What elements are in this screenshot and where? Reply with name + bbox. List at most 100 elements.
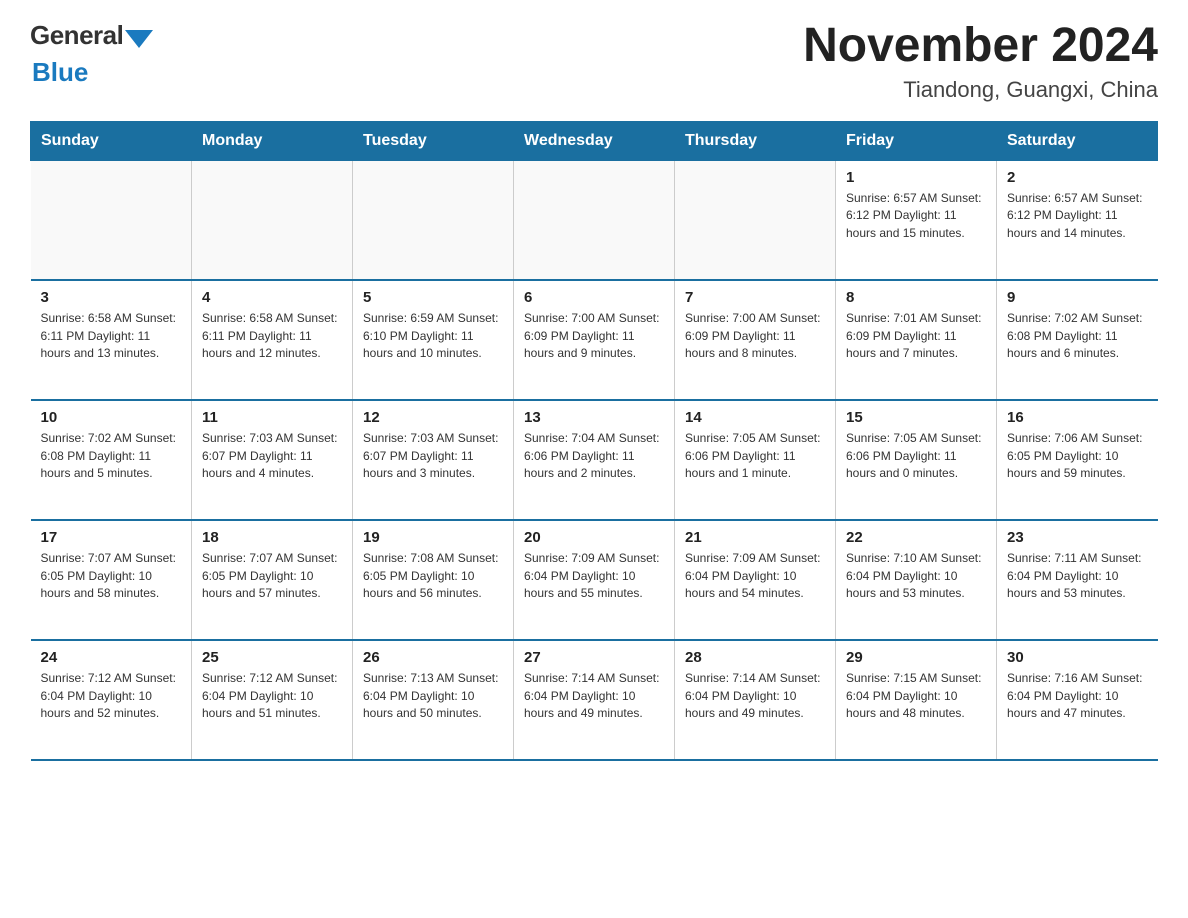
day-number: 25 bbox=[202, 649, 342, 666]
day-info: Sunrise: 7:14 AM Sunset: 6:04 PM Dayligh… bbox=[524, 670, 664, 722]
day-info: Sunrise: 7:06 AM Sunset: 6:05 PM Dayligh… bbox=[1007, 430, 1148, 482]
day-number: 26 bbox=[363, 649, 503, 666]
calendar-cell: 27Sunrise: 7:14 AM Sunset: 6:04 PM Dayli… bbox=[514, 640, 675, 760]
day-number: 18 bbox=[202, 529, 342, 546]
day-info: Sunrise: 7:03 AM Sunset: 6:07 PM Dayligh… bbox=[202, 430, 342, 482]
day-number: 1 bbox=[846, 169, 986, 186]
calendar-cell: 18 Sunrise: 7:07 AM Sunset: 6:05 PM Dayli… bbox=[192, 520, 353, 640]
day-number: 24 bbox=[41, 649, 182, 666]
calendar-cell: 25 Sunrise: 7:12 AM Sunset: 6:04 PM Dayli… bbox=[192, 640, 353, 760]
day-info: Sunrise: 7:07 AM Sunset: 6:05 PM Dayligh… bbox=[202, 550, 342, 602]
day-info: Sunrise: 7:04 AM Sunset: 6:06 PM Dayligh… bbox=[524, 430, 664, 482]
location-subtitle: Tiandong, Guangxi, China bbox=[803, 77, 1158, 103]
day-info: Sunrise: 7:01 AM Sunset: 6:09 PM Dayligh… bbox=[846, 310, 986, 362]
day-info: Sunrise: 7:12 AM Sunset: 6:04 PM Dayligh… bbox=[202, 670, 342, 722]
calendar-cell: 21 Sunrise: 7:09 AM Sunset: 6:04 PM Dayli… bbox=[675, 520, 836, 640]
calendar-cell: 23 Sunrise: 7:11 AM Sunset: 6:04 PM Dayli… bbox=[997, 520, 1158, 640]
calendar-cell: 10 Sunrise: 7:02 AM Sunset: 6:08 PM Dayli… bbox=[31, 400, 192, 520]
calendar-cell: 19 Sunrise: 7:08 AM Sunset: 6:05 PM Dayli… bbox=[353, 520, 514, 640]
day-number: 17 bbox=[41, 529, 182, 546]
calendar-cell: 15 Sunrise: 7:05 AM Sunset: 6:06 PM Dayli… bbox=[836, 400, 997, 520]
day-number: 13 bbox=[524, 409, 664, 426]
calendar-cell bbox=[192, 160, 353, 280]
calendar-cell: 14Sunrise: 7:05 AM Sunset: 6:06 PM Dayli… bbox=[675, 400, 836, 520]
day-info: Sunrise: 6:58 AM Sunset: 6:11 PM Dayligh… bbox=[202, 310, 342, 362]
day-number: 2 bbox=[1007, 169, 1148, 186]
month-year-title: November 2024 bbox=[803, 20, 1158, 73]
calendar-cell: 17 Sunrise: 7:07 AM Sunset: 6:05 PM Dayli… bbox=[31, 520, 192, 640]
calendar-cell: 26 Sunrise: 7:13 AM Sunset: 6:04 PM Dayli… bbox=[353, 640, 514, 760]
calendar-row-3: 17 Sunrise: 7:07 AM Sunset: 6:05 PM Dayli… bbox=[31, 520, 1158, 640]
day-number: 5 bbox=[363, 289, 503, 306]
calendar-row-0: 1 Sunrise: 6:57 AM Sunset: 6:12 PM Daylig… bbox=[31, 160, 1158, 280]
day-number: 3 bbox=[41, 289, 182, 306]
day-info: Sunrise: 7:12 AM Sunset: 6:04 PM Dayligh… bbox=[41, 670, 182, 722]
day-number: 21 bbox=[685, 529, 825, 546]
weekday-header-monday: Monday bbox=[192, 121, 353, 160]
calendar-cell: 24 Sunrise: 7:12 AM Sunset: 6:04 PM Dayli… bbox=[31, 640, 192, 760]
day-info: Sunrise: 7:02 AM Sunset: 6:08 PM Dayligh… bbox=[1007, 310, 1148, 362]
calendar-cell bbox=[353, 160, 514, 280]
day-info: Sunrise: 7:07 AM Sunset: 6:05 PM Dayligh… bbox=[41, 550, 182, 602]
calendar-row-2: 10 Sunrise: 7:02 AM Sunset: 6:08 PM Dayli… bbox=[31, 400, 1158, 520]
calendar-cell: 6Sunrise: 7:00 AM Sunset: 6:09 PM Daylig… bbox=[514, 280, 675, 400]
calendar-cell: 22 Sunrise: 7:10 AM Sunset: 6:04 PM Dayli… bbox=[836, 520, 997, 640]
calendar-row-1: 3 Sunrise: 6:58 AM Sunset: 6:11 PM Daylig… bbox=[31, 280, 1158, 400]
calendar-row-4: 24 Sunrise: 7:12 AM Sunset: 6:04 PM Dayli… bbox=[31, 640, 1158, 760]
weekday-header-wednesday: Wednesday bbox=[514, 121, 675, 160]
calendar-cell: 11 Sunrise: 7:03 AM Sunset: 6:07 PM Dayli… bbox=[192, 400, 353, 520]
day-info: Sunrise: 6:59 AM Sunset: 6:10 PM Dayligh… bbox=[363, 310, 503, 362]
day-info: Sunrise: 7:13 AM Sunset: 6:04 PM Dayligh… bbox=[363, 670, 503, 722]
weekday-header-tuesday: Tuesday bbox=[353, 121, 514, 160]
day-info: Sunrise: 7:11 AM Sunset: 6:04 PM Dayligh… bbox=[1007, 550, 1148, 602]
day-number: 9 bbox=[1007, 289, 1148, 306]
day-info: Sunrise: 7:14 AM Sunset: 6:04 PM Dayligh… bbox=[685, 670, 825, 722]
calendar-cell: 28Sunrise: 7:14 AM Sunset: 6:04 PM Dayli… bbox=[675, 640, 836, 760]
weekday-header-row: SundayMondayTuesdayWednesdayThursdayFrid… bbox=[31, 121, 1158, 160]
day-number: 4 bbox=[202, 289, 342, 306]
day-number: 7 bbox=[685, 289, 825, 306]
day-info: Sunrise: 7:09 AM Sunset: 6:04 PM Dayligh… bbox=[524, 550, 664, 602]
calendar-cell: 16 Sunrise: 7:06 AM Sunset: 6:05 PM Dayli… bbox=[997, 400, 1158, 520]
calendar-cell: 1Sunrise: 6:57 AM Sunset: 6:12 PM Daylig… bbox=[836, 160, 997, 280]
weekday-header-saturday: Saturday bbox=[997, 121, 1158, 160]
day-number: 16 bbox=[1007, 409, 1148, 426]
logo-blue-text: Blue bbox=[32, 57, 153, 88]
day-number: 23 bbox=[1007, 529, 1148, 546]
day-number: 19 bbox=[363, 529, 503, 546]
calendar-cell: 2 Sunrise: 6:57 AM Sunset: 6:12 PM Daylig… bbox=[997, 160, 1158, 280]
day-info: Sunrise: 6:57 AM Sunset: 6:12 PM Dayligh… bbox=[1007, 190, 1148, 242]
day-info: Sunrise: 7:16 AM Sunset: 6:04 PM Dayligh… bbox=[1007, 670, 1148, 722]
calendar-cell: 29Sunrise: 7:15 AM Sunset: 6:04 PM Dayli… bbox=[836, 640, 997, 760]
calendar-cell: 12 Sunrise: 7:03 AM Sunset: 6:07 PM Dayli… bbox=[353, 400, 514, 520]
calendar-cell: 8 Sunrise: 7:01 AM Sunset: 6:09 PM Daylig… bbox=[836, 280, 997, 400]
day-info: Sunrise: 7:10 AM Sunset: 6:04 PM Dayligh… bbox=[846, 550, 986, 602]
day-info: Sunrise: 7:09 AM Sunset: 6:04 PM Dayligh… bbox=[685, 550, 825, 602]
calendar-cell: 7 Sunrise: 7:00 AM Sunset: 6:09 PM Daylig… bbox=[675, 280, 836, 400]
calendar-cell: 20 Sunrise: 7:09 AM Sunset: 6:04 PM Dayli… bbox=[514, 520, 675, 640]
day-number: 10 bbox=[41, 409, 182, 426]
day-info: Sunrise: 7:08 AM Sunset: 6:05 PM Dayligh… bbox=[363, 550, 503, 602]
logo: General Blue bbox=[30, 20, 153, 88]
day-number: 12 bbox=[363, 409, 503, 426]
calendar-cell: 5 Sunrise: 6:59 AM Sunset: 6:10 PM Daylig… bbox=[353, 280, 514, 400]
day-number: 14 bbox=[685, 409, 825, 426]
title-block: November 2024 Tiandong, Guangxi, China bbox=[803, 20, 1158, 103]
day-number: 20 bbox=[524, 529, 664, 546]
calendar-cell bbox=[675, 160, 836, 280]
calendar-cell: 30Sunrise: 7:16 AM Sunset: 6:04 PM Dayli… bbox=[997, 640, 1158, 760]
day-info: Sunrise: 7:15 AM Sunset: 6:04 PM Dayligh… bbox=[846, 670, 986, 722]
day-info: Sunrise: 7:05 AM Sunset: 6:06 PM Dayligh… bbox=[846, 430, 986, 482]
day-info: Sunrise: 7:00 AM Sunset: 6:09 PM Dayligh… bbox=[685, 310, 825, 362]
day-number: 15 bbox=[846, 409, 986, 426]
day-number: 11 bbox=[202, 409, 342, 426]
day-info: Sunrise: 7:02 AM Sunset: 6:08 PM Dayligh… bbox=[41, 430, 182, 482]
calendar-cell: 3 Sunrise: 6:58 AM Sunset: 6:11 PM Daylig… bbox=[31, 280, 192, 400]
calendar-cell: 13 Sunrise: 7:04 AM Sunset: 6:06 PM Dayli… bbox=[514, 400, 675, 520]
day-number: 8 bbox=[846, 289, 986, 306]
calendar-cell bbox=[31, 160, 192, 280]
day-info: Sunrise: 7:00 AM Sunset: 6:09 PM Dayligh… bbox=[524, 310, 664, 362]
day-number: 22 bbox=[846, 529, 986, 546]
day-info: Sunrise: 6:58 AM Sunset: 6:11 PM Dayligh… bbox=[41, 310, 182, 362]
day-info: Sunrise: 7:03 AM Sunset: 6:07 PM Dayligh… bbox=[363, 430, 503, 482]
